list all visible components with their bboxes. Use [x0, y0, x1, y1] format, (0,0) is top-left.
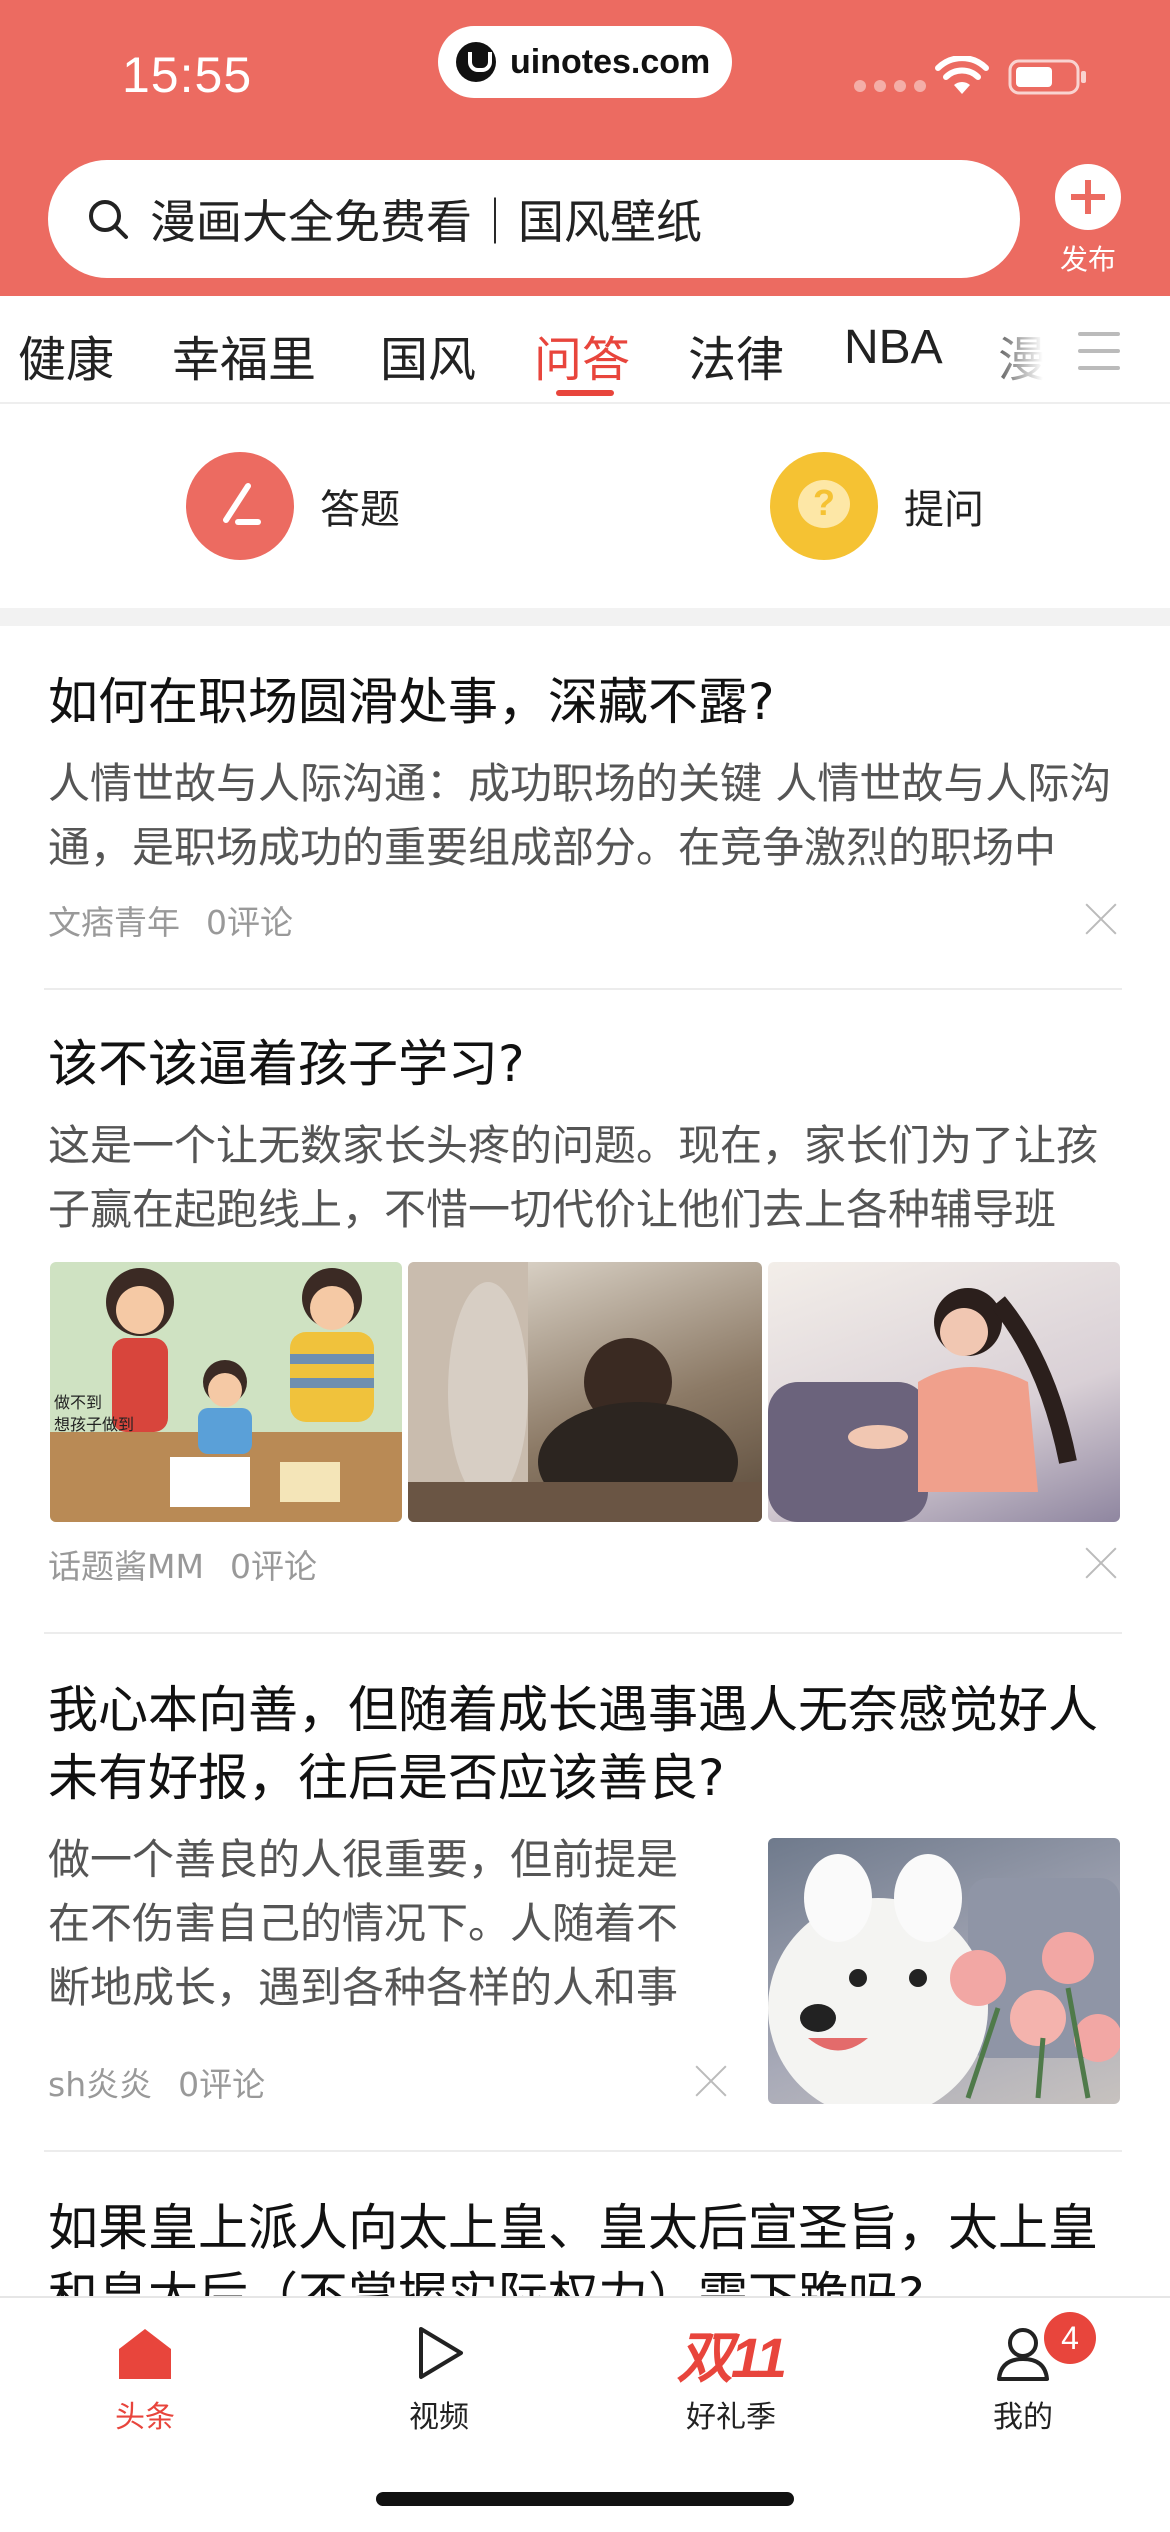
wifi-icon: [935, 56, 989, 94]
divider: [44, 2150, 1122, 2152]
comment-count: 0评论: [178, 2065, 266, 2104]
active-tab-indicator: [556, 390, 614, 396]
article-image[interactable]: [768, 1262, 1120, 1522]
dismiss-icon[interactable]: [1084, 1546, 1118, 1580]
article-meta: sh炎炎 0评论: [48, 2058, 708, 2106]
comment-count: 0评论: [206, 903, 293, 942]
tab-health[interactable]: 健康: [18, 320, 114, 390]
answer-label: 答题: [320, 487, 400, 533]
search-placeholder: 漫画大全免费看｜国风壁纸: [150, 195, 702, 249]
signal-icon: [854, 80, 926, 92]
comment-count: 0评论: [229, 1547, 317, 1586]
author-name[interactable]: 话题酱MM: [48, 1540, 204, 1588]
url-text: uinotes.com: [510, 42, 711, 81]
publish-button[interactable]: 发布: [1052, 164, 1124, 278]
search-icon: [89, 200, 128, 239]
nav-headlines[interactable]: 头条: [70, 2320, 220, 2436]
article-summary: 这是一个让无数家长头疼的问题。现在，家长们为了让孩子赢在起跑线上，不惜一切代价让…: [48, 1121, 1099, 1234]
plus-icon: [1055, 164, 1121, 230]
site-logo-icon: [456, 42, 496, 82]
dismiss-icon[interactable]: [694, 2064, 728, 2098]
cartoon-caption: 做不到 想孩子做到: [54, 1393, 135, 1434]
tab-happiness[interactable]: 幸福里: [172, 320, 316, 390]
article-image[interactable]: [408, 1262, 762, 1522]
nav-video[interactable]: 视频: [364, 2320, 514, 2436]
article-title[interactable]: 如果皇上派人向太上皇、皇太后宣圣旨，太上皇和皇太后（不掌握实际权力）需下跪吗?: [48, 2194, 1122, 2296]
article-summary: 做一个善良的人很重要，但前提是在不伤害自己的情况下。人随着不断地成长，遇到各种各…: [48, 1835, 679, 2012]
article-image[interactable]: [768, 1838, 1120, 2104]
answer-button[interactable]: 答题: [186, 452, 400, 560]
article-card[interactable]: 如果皇上派人向太上皇、皇太后宣圣旨，太上皇和皇太后（不掌握实际权力）需下跪吗?: [48, 2194, 1122, 2296]
url-pill[interactable]: uinotes.com: [438, 26, 732, 98]
status-time: 15:55: [122, 47, 253, 103]
nav-label: 视频: [409, 2400, 469, 2435]
article-card[interactable]: 我心本向善，但随着成长遇事遇人无奈感觉好人未有好报，往后是否应该善良?: [48, 1676, 1122, 1812]
nav-gift-season[interactable]: 双11 好礼季: [656, 2320, 806, 2436]
article-summary: 人情世故与人际沟通：成功职场的关键 人情世故与人际沟通，是职场成功的重要组成部分…: [48, 759, 1112, 872]
header: 15:55 uinotes.com 漫画大全免费看｜国风壁纸 发布: [0, 0, 1170, 296]
tab-qa[interactable]: 问答: [534, 320, 630, 390]
home-indicator[interactable]: [376, 2492, 794, 2506]
tab-nba[interactable]: NBA: [844, 320, 943, 375]
menu-icon[interactable]: [1078, 332, 1120, 370]
article-image[interactable]: 做不到 想孩子做到: [50, 1262, 402, 1522]
ask-label: 提问: [904, 487, 984, 533]
article-card[interactable]: 该不该逼着孩子学习?: [48, 1030, 1122, 1098]
ask-button[interactable]: ? 提问: [770, 452, 984, 560]
nav-label: 好礼季: [686, 2400, 776, 2435]
nav-label: 我的: [993, 2400, 1053, 2435]
pen-icon: [186, 452, 294, 560]
question-icon: ?: [770, 452, 878, 560]
article-card[interactable]: 如何在职场圆滑处事，深藏不露?: [48, 668, 1122, 736]
article-title[interactable]: 我心本向善，但随着成长遇事遇人无奈感觉好人未有好报，往后是否应该善良?: [48, 1676, 1122, 1812]
search-bar[interactable]: 漫画大全免费看｜国风壁纸: [48, 160, 1020, 278]
publish-label: 发布: [1059, 243, 1116, 276]
battery-icon: [1008, 59, 1086, 95]
nav-label: 头条: [115, 2400, 175, 2435]
nav-profile[interactable]: 4 我的: [948, 2312, 1098, 2436]
article-meta: 话题酱MM 0评论: [48, 1540, 1122, 1588]
section-gap: [0, 608, 1170, 626]
dismiss-icon[interactable]: [1084, 902, 1118, 936]
app-screen: 15:55 uinotes.com 漫画大全免费看｜国风壁纸 发布 健康 幸福里…: [0, 0, 1170, 2532]
play-icon: [364, 2320, 514, 2386]
tab-fade: [980, 296, 1070, 402]
notification-badge: 4: [1044, 2312, 1096, 2364]
tab-law[interactable]: 法律: [688, 320, 784, 390]
home-icon: [70, 2320, 220, 2386]
author-name[interactable]: sh炎炎: [48, 2058, 152, 2106]
article-meta: 文痞青年 0评论: [48, 896, 1122, 944]
divider: [44, 988, 1122, 990]
author-name[interactable]: 文痞青年: [48, 896, 180, 944]
qa-actions: 答题 ? 提问: [0, 404, 1170, 608]
article-title[interactable]: 该不该逼着孩子学习?: [48, 1030, 1122, 1098]
double11-logo-icon: 双11: [676, 2325, 787, 2389]
channel-tabs: 健康 幸福里 国风 问答 法律 NBA 漫: [0, 296, 1170, 404]
article-title[interactable]: 如何在职场圆滑处事，深藏不露?: [48, 668, 1122, 736]
divider: [44, 1632, 1122, 1634]
tab-guofeng[interactable]: 国风: [380, 320, 476, 390]
